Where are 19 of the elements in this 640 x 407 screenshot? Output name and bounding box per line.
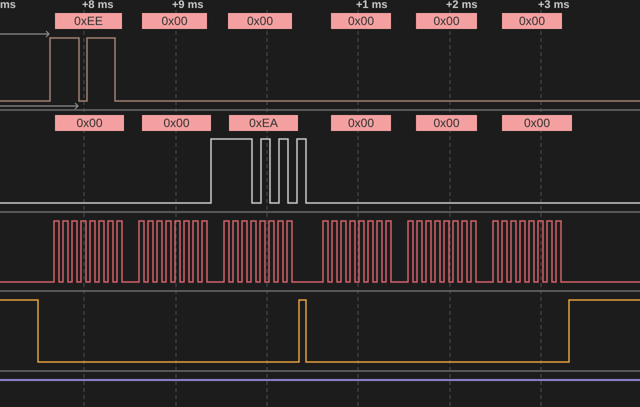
time-label: +2 ms [446, 0, 478, 11]
decoded-byte-label: 0x00 [331, 13, 391, 29]
decoded-byte-label: 0x00 [416, 115, 477, 131]
decoded-byte-label: 0x00 [228, 13, 292, 29]
decoded-byte-label: 0x00 [416, 13, 477, 29]
decoded-byte-label: 0xEA [229, 115, 298, 131]
decoded-byte-label: 0xEE [55, 13, 122, 29]
arrow-marker [0, 30, 50, 38]
time-label: +1 ms [356, 0, 388, 11]
decoded-byte-label: 0x00 [502, 13, 562, 29]
decoded-byte-label: 0x00 [331, 115, 391, 131]
time-label: +9 ms [172, 0, 204, 11]
time-label: +8 ms [82, 0, 114, 11]
decoded-byte-label: 0x00 [55, 115, 124, 131]
time-label: ms [0, 0, 16, 11]
time-label: +3 ms [538, 0, 570, 11]
decoded-byte-label: 0x00 [142, 115, 211, 131]
decoded-byte-label: 0x00 [142, 13, 207, 29]
decoded-byte-label: 0x00 [502, 115, 572, 131]
